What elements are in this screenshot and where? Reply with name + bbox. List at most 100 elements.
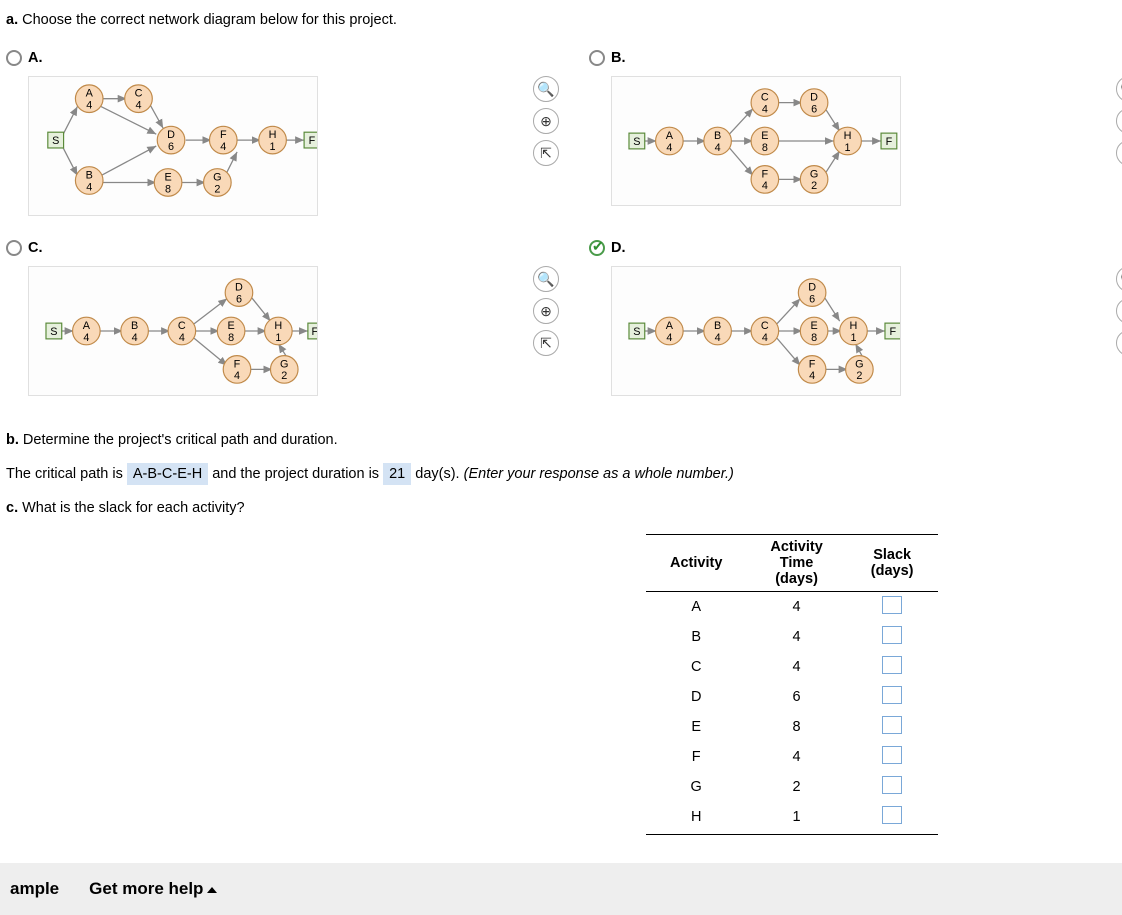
option-c: C. S A4 B4 C4 D6 E8 F4: [6, 236, 529, 396]
slack-input-B[interactable]: [882, 626, 902, 644]
critical-path-input[interactable]: A-B-C-E-H: [127, 463, 208, 485]
slack-input-D[interactable]: [882, 686, 902, 704]
svg-text:4: 4: [135, 100, 141, 112]
zoom-reset-icon[interactable]: ⊕: [533, 298, 559, 324]
svg-text:4: 4: [715, 142, 721, 154]
open-external-icon[interactable]: ⇱: [1116, 330, 1122, 356]
svg-text:C: C: [761, 92, 769, 104]
open-external-icon[interactable]: ⇱: [533, 140, 559, 166]
svg-text:B: B: [86, 170, 93, 182]
cell-time: 4: [746, 652, 846, 682]
slack-input-E[interactable]: [882, 716, 902, 734]
text-pre: The critical path is: [6, 466, 123, 482]
svg-text:1: 1: [845, 142, 851, 154]
footer-sample[interactable]: ample: [10, 879, 59, 899]
svg-text:C: C: [135, 88, 143, 100]
svg-text:G: G: [213, 172, 221, 184]
option-d-label: D.: [611, 240, 626, 256]
duration-input[interactable]: 21: [383, 463, 411, 485]
radio-c[interactable]: [6, 240, 22, 256]
options-grid: A. S A4 C4 B4 D6: [6, 46, 1112, 396]
zoom-in-icon[interactable]: 🔍: [533, 76, 559, 102]
svg-text:S: S: [50, 326, 57, 338]
svg-text:4: 4: [234, 370, 240, 382]
cell-time: 4: [746, 742, 846, 772]
svg-text:4: 4: [762, 103, 768, 115]
svg-text:8: 8: [762, 142, 768, 154]
svg-text:6: 6: [811, 103, 817, 115]
cell-activity: G: [646, 772, 746, 802]
svg-text:C: C: [178, 320, 186, 332]
slack-input-C[interactable]: [882, 656, 902, 674]
svg-text:D: D: [808, 282, 816, 294]
cell-time: 8: [746, 712, 846, 742]
svg-text:4: 4: [86, 100, 92, 112]
svg-text:4: 4: [715, 332, 721, 344]
svg-text:H: H: [850, 320, 858, 332]
cell-time: 1: [746, 802, 846, 835]
open-external-icon[interactable]: ⇱: [533, 330, 559, 356]
table-row: B4: [646, 622, 938, 652]
svg-text:F: F: [809, 358, 816, 370]
svg-text:4: 4: [666, 332, 672, 344]
svg-text:4: 4: [762, 332, 768, 344]
cell-activity: E: [646, 712, 746, 742]
svg-text:4: 4: [762, 180, 768, 192]
zoom-in-icon[interactable]: 🔍: [1116, 76, 1122, 102]
text-mid: and the project duration is: [212, 466, 379, 482]
svg-text:8: 8: [228, 332, 234, 344]
svg-text:6: 6: [809, 293, 815, 305]
svg-text:2: 2: [214, 183, 220, 195]
table-row: D6: [646, 682, 938, 712]
svg-text:F: F: [309, 135, 316, 147]
option-a-label: A.: [28, 50, 43, 66]
zoom-reset-icon[interactable]: ⊕: [533, 108, 559, 134]
part-b-answer-line: The critical path is A-B-C-E-H and the p…: [6, 466, 1112, 482]
option-d: D. S A4 B4 C4 D6 E8 F4: [589, 236, 1112, 396]
svg-text:8: 8: [811, 332, 817, 344]
svg-text:A: A: [666, 130, 674, 142]
part-b-question: b. Determine the project's critical path…: [6, 432, 1112, 448]
svg-text:H: H: [269, 129, 277, 141]
svg-text:H: H: [274, 320, 282, 332]
svg-text:4: 4: [179, 332, 185, 344]
svg-text:4: 4: [83, 332, 89, 344]
get-more-help-button[interactable]: Get more help: [89, 879, 217, 899]
svg-text:E: E: [810, 320, 817, 332]
svg-text:F: F: [886, 136, 893, 148]
zoom-reset-icon[interactable]: ⊕: [1116, 108, 1122, 134]
svg-text:H: H: [844, 130, 852, 142]
svg-text:4: 4: [86, 181, 92, 193]
hint-text: (Enter your response as a whole number.): [464, 466, 734, 482]
svg-text:A: A: [83, 320, 91, 332]
cell-activity: C: [646, 652, 746, 682]
cell-time: 4: [746, 622, 846, 652]
radio-a[interactable]: [6, 50, 22, 66]
slack-input-F[interactable]: [882, 746, 902, 764]
option-c-label: C.: [28, 240, 43, 256]
slack-input-A[interactable]: [882, 596, 902, 614]
open-external-icon[interactable]: ⇱: [1116, 140, 1122, 166]
svg-text:2: 2: [811, 180, 817, 192]
svg-text:E: E: [227, 320, 234, 332]
text-post: day(s).: [415, 466, 459, 482]
svg-text:4: 4: [220, 141, 226, 153]
option-a: A. S A4 C4 B4 D6: [6, 46, 529, 216]
svg-text:C: C: [761, 320, 769, 332]
svg-text:1: 1: [850, 332, 856, 344]
zoom-in-icon[interactable]: 🔍: [533, 266, 559, 292]
radio-b[interactable]: [589, 50, 605, 66]
zoom-in-icon[interactable]: 🔍: [1116, 266, 1122, 292]
svg-text:1: 1: [270, 141, 276, 153]
slack-input-H[interactable]: [882, 806, 902, 824]
svg-text:D: D: [810, 92, 818, 104]
zoom-reset-icon[interactable]: ⊕: [1116, 298, 1122, 324]
svg-text:F: F: [890, 326, 897, 338]
part-c-question: c. What is the slack for each activity?: [6, 500, 1112, 516]
part-a-question: a. Choose the correct network diagram be…: [6, 12, 1112, 28]
radio-d[interactable]: [589, 240, 605, 256]
svg-text:6: 6: [168, 141, 174, 153]
svg-text:E: E: [164, 172, 171, 184]
svg-text:E: E: [761, 130, 768, 142]
slack-input-G[interactable]: [882, 776, 902, 794]
